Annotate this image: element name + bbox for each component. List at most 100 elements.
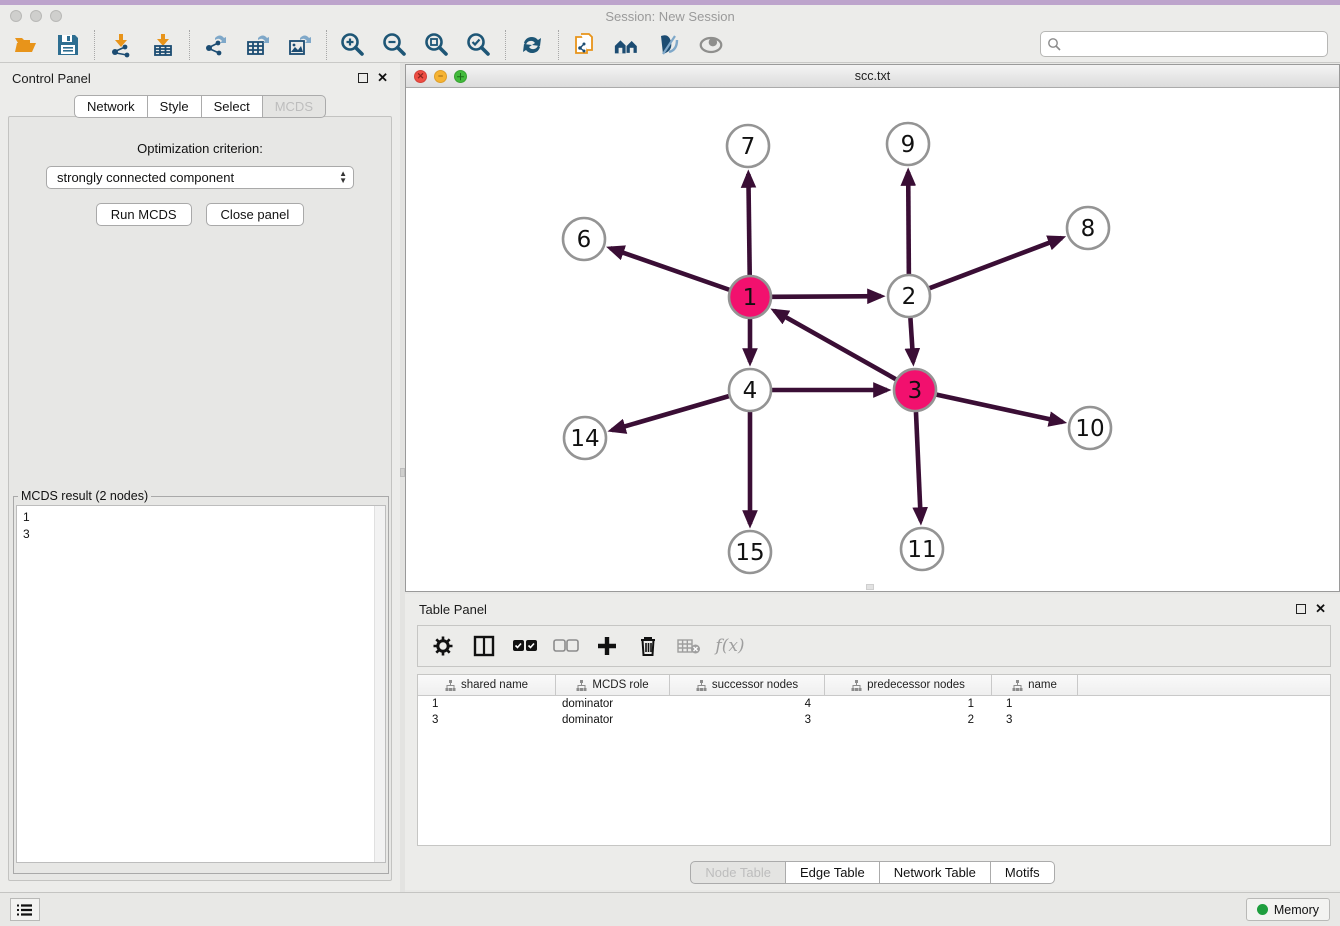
tab-style[interactable]: Style [148,95,202,118]
column-header-shared-name[interactable]: shared name [418,675,556,695]
table-cell[interactable]: dominator [556,712,670,728]
search-input[interactable] [1040,31,1328,57]
table-cell[interactable]: 4 [670,696,825,712]
node-table[interactable]: shared nameMCDS rolesuccessor nodesprede… [417,674,1331,846]
select-stepper-icon: ▲▼ [339,170,347,184]
edge-2-9[interactable] [908,172,909,274]
canvas-grip[interactable] [866,584,874,590]
table-cell[interactable]: 3 [670,712,825,728]
tab-mcds[interactable]: MCDS [263,95,326,118]
table-cell[interactable]: 3 [992,712,1078,728]
node-4[interactable]: 4 [729,369,771,411]
table-row[interactable]: 3dominator323 [418,712,1330,728]
table-panel-tabs: Node TableEdge TableNetwork TableMotifs [405,861,1340,884]
node-label: 11 [907,537,936,563]
select-all-icon[interactable] [512,633,538,659]
function-builder-icon[interactable]: f(x) [717,633,743,659]
add-row-icon[interactable] [594,633,620,659]
show-details-icon[interactable] [697,31,725,59]
tab-edge-table[interactable]: Edge Table [786,861,880,884]
hide-details-icon[interactable] [655,31,683,59]
node-14[interactable]: 14 [564,417,606,459]
network-canvas[interactable]: 7 9 6 8 1 2 4 3 14 10 15 11 [406,88,1339,591]
node-7[interactable]: 7 [727,125,769,167]
edge-2-3[interactable] [910,318,913,362]
node-3[interactable]: 3 [894,369,936,411]
tab-select[interactable]: Select [202,95,263,118]
network-window-titlebar[interactable]: ✕ − ＋ scc.txt [406,65,1339,88]
network-window-title: scc.txt [406,69,1339,83]
column-header-successor-nodes[interactable]: successor nodes [670,675,825,695]
column-header-predecessor-nodes[interactable]: predecessor nodes [825,675,992,695]
show-panels-button[interactable] [10,898,40,921]
edge-1-2[interactable] [772,296,881,297]
zoom-fit-icon[interactable] [423,31,451,59]
deselect-all-icon[interactable] [553,633,579,659]
table-cell[interactable]: 2 [825,712,992,728]
node-label: 15 [735,540,764,566]
memory-button[interactable]: Memory [1246,898,1330,921]
save-icon[interactable] [54,31,82,59]
table-body: 1dominator4113dominator323 [418,696,1330,728]
column-header-name[interactable]: name [992,675,1078,695]
delete-row-icon[interactable] [635,633,661,659]
tab-motifs[interactable]: Motifs [991,861,1055,884]
node-1[interactable]: 1 [729,276,771,318]
column-type-icon [576,680,587,691]
edge-2-8[interactable] [930,238,1062,288]
tab-network[interactable]: Network [74,95,148,118]
edge-3-11[interactable] [916,412,921,521]
result-scrollbar[interactable] [374,506,385,862]
import-table-icon[interactable] [149,31,177,59]
close-panel-button[interactable]: Close panel [206,203,305,226]
edge-3-1[interactable] [774,311,895,379]
table-header-row: shared nameMCDS rolesuccessor nodesprede… [418,675,1330,696]
table-cell[interactable]: 1 [825,696,992,712]
node-6[interactable]: 6 [563,218,605,260]
criterion-select[interactable]: strongly connected component ▲▼ [46,166,354,189]
float-panel-icon[interactable] [358,73,368,83]
zoom-out-icon[interactable] [381,31,409,59]
float-table-panel-icon[interactable] [1296,604,1306,614]
column-type-icon [445,680,456,691]
zoom-selected-icon[interactable] [465,31,493,59]
node-10[interactable]: 10 [1069,407,1111,449]
edge-1-6[interactable] [610,248,729,290]
table-row[interactable]: 1dominator411 [418,696,1330,712]
tab-node-table[interactable]: Node Table [690,861,786,884]
edge-1-7[interactable] [748,174,749,275]
control-panel-tabs: NetworkStyleSelectMCDS [0,95,400,118]
table-cell[interactable]: 1 [418,696,556,712]
close-table-panel-icon[interactable]: ✕ [1315,604,1326,614]
edge-4-14[interactable] [612,396,729,430]
open-folder-icon[interactable] [12,31,40,59]
table-cell[interactable]: 1 [992,696,1078,712]
column-visibility-icon[interactable] [471,633,497,659]
mcds-result-box[interactable]: 1 3 [16,505,386,863]
import-network-icon[interactable] [107,31,135,59]
zoom-in-icon[interactable] [339,31,367,59]
settings-gear-icon[interactable] [430,633,456,659]
node-11[interactable]: 11 [901,528,943,570]
duplicate-network-icon[interactable] [571,31,599,59]
node-9[interactable]: 9 [887,123,929,165]
export-image-icon[interactable] [286,31,314,59]
table-cell[interactable]: dominator [556,696,670,712]
export-table-icon[interactable] [244,31,272,59]
control-panel-title: Control Panel [12,71,91,86]
edge-3-10[interactable] [936,395,1062,422]
refresh-layout-icon[interactable] [518,31,546,59]
node-label: 10 [1075,416,1104,442]
first-neighbors-icon[interactable] [613,31,641,59]
close-panel-icon[interactable]: ✕ [377,73,388,83]
destroy-table-icon[interactable] [676,633,702,659]
column-header-MCDS-role[interactable]: MCDS role [556,675,670,695]
tab-network-table[interactable]: Network Table [880,861,991,884]
control-panel: Control Panel ✕ NetworkStyleSelectMCDS O… [0,63,400,892]
node-8[interactable]: 8 [1067,207,1109,249]
node-2[interactable]: 2 [888,275,930,317]
run-mcds-button[interactable]: Run MCDS [96,203,192,226]
table-cell[interactable]: 3 [418,712,556,728]
export-network-icon[interactable] [202,31,230,59]
node-15[interactable]: 15 [729,531,771,573]
